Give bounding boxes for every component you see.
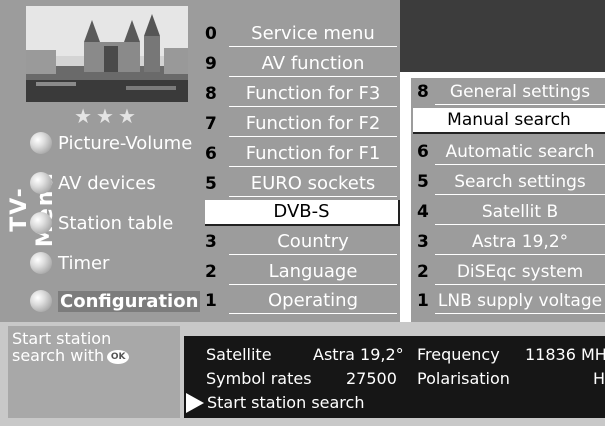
polarisation-value: H [593,369,605,388]
help-line-2: search with OK [12,346,130,365]
sidebar-item-picture-volume[interactable]: Picture-Volume [30,130,192,156]
item-number: 8 [417,82,429,102]
menu-item-function-f2[interactable]: 7 Function for F2 [201,110,401,138]
ball-icon [30,212,52,234]
menu-item-operating[interactable]: 1 Operating [201,287,401,315]
ball-icon [30,252,52,274]
sidebar-item-av-devices[interactable]: AV devices [30,170,156,196]
ok-button-icon: OK [107,349,130,364]
item-number: 5 [205,174,217,194]
item-number: 8 [205,84,217,104]
menu-item-diseqc-system[interactable]: 2 DiSEqc system [413,258,605,286]
sidebar-item-label: Timer [58,252,110,274]
item-number: 1 [205,291,217,311]
menu-item-lnb-supply-voltage[interactable]: 1 LNB supply voltage [413,287,605,315]
menu-item-manual-search[interactable]: 7 Manual search [413,106,605,134]
item-number: 4 [417,202,429,222]
rating-stars: ★★★ [74,104,140,128]
help-text: Start station search with OK [12,329,130,365]
item-label: AV function [229,52,397,77]
item-label: Function for F1 [229,142,397,167]
help-line-1: Start station [12,329,112,348]
top-strip [200,0,400,8]
start-search-button[interactable]: Start station search [207,393,364,413]
symbol-rates-value: 27500 [346,369,397,388]
sidebar-item-station-table[interactable]: Station table [30,210,173,236]
item-number: 3 [205,232,217,252]
ball-icon [30,172,52,194]
item-number: 7 [205,114,217,134]
item-number: 0 [205,24,217,44]
menu-item-dvb-s[interactable]: 4 DVB-S [201,198,401,226]
frequency-label: Frequency [417,345,500,364]
sidebar-item-timer[interactable]: Timer [30,250,109,276]
item-label: LNB supply voltage [435,289,605,314]
menu-item-language[interactable]: 2 Language [201,258,401,286]
item-label: Automatic search [435,140,605,165]
help-line-2-text: search with [12,346,105,365]
item-number: 2 [205,262,217,282]
play-arrow-icon [186,393,204,413]
item-number: 9 [205,54,217,74]
item-label: Astra 19,2° [435,230,605,255]
satellite-label: Satellite [206,345,272,364]
ball-icon [30,290,52,312]
item-label: Language [229,260,397,285]
frequency-value: 11836 MHz [525,345,605,364]
item-label: Operating [229,289,397,314]
item-label: EURO sockets [229,172,397,197]
item-label: Function for F2 [229,112,397,137]
item-label: Country [229,230,397,255]
item-label: General settings [435,80,605,105]
menu-item-av-function[interactable]: 9 AV function [201,50,401,78]
menu-item-astra[interactable]: 3 Astra 19,2° [413,228,605,256]
menu-item-country[interactable]: 3 Country [201,228,401,256]
satellite-value: Astra 19,2° [313,345,404,364]
item-number: 5 [417,172,429,192]
sidebar-item-label: Station table [58,212,174,234]
preview-picture [26,6,188,102]
item-number: 6 [205,144,217,164]
item-label: Service menu [229,22,397,47]
item-number: 6 [417,142,429,162]
item-label: DiSEqc system [435,260,605,285]
menu-item-satellit-b[interactable]: 4 Satellit B [413,198,605,226]
item-label: Search settings [435,170,605,195]
item-label: Function for F3 [229,82,397,107]
symbol-rates-label: Symbol rates [206,369,312,388]
sidebar-item-label: Configuration [58,290,201,312]
item-number: 2 [417,262,429,282]
sidebar-item-label: AV devices [58,172,156,194]
sidebar-item-configuration[interactable]: Configuration [30,288,201,314]
item-label: Manual search [413,108,605,134]
menu-item-function-f1[interactable]: 6 Function for F1 [201,140,401,168]
menu-item-service-menu[interactable]: 0 Service menu [201,20,401,48]
item-label: Satellit B [435,200,605,225]
menu-item-euro-sockets[interactable]: 5 EURO sockets [201,170,401,198]
menu-item-general-settings[interactable]: 8 General settings [413,78,605,106]
item-number: 1 [417,291,429,311]
menu-item-automatic-search[interactable]: 6 Automatic search [413,138,605,166]
dark-header-area [400,0,605,72]
item-label: DVB-S [205,200,400,226]
item-number: 3 [417,232,429,252]
menu-item-search-settings[interactable]: 5 Search settings [413,168,605,196]
sidebar-item-label: Picture-Volume [58,132,193,154]
menu-item-function-f3[interactable]: 8 Function for F3 [201,80,401,108]
polarisation-label: Polarisation [417,369,510,388]
ball-icon [30,132,52,154]
